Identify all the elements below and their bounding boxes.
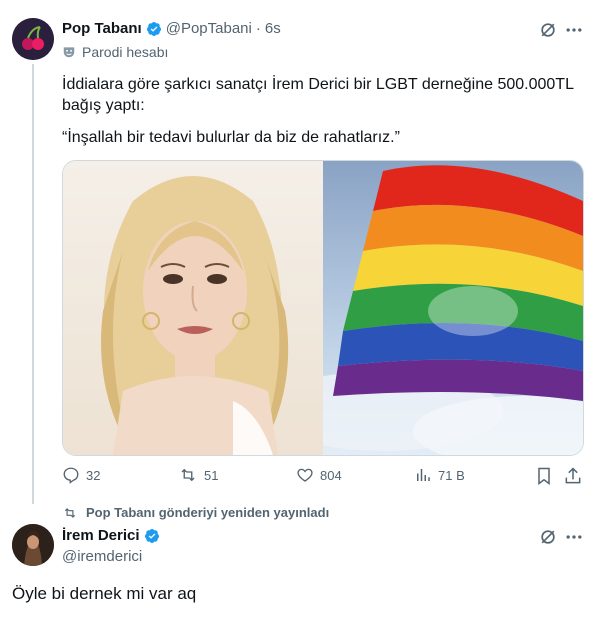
tweet2-handle[interactable]: @iremderici xyxy=(62,548,142,565)
views-count: 71 B xyxy=(438,467,465,483)
author-name[interactable]: İrem Derici xyxy=(62,527,140,544)
cherry-logo-icon xyxy=(12,18,54,60)
author-handle[interactable]: @PopTabani xyxy=(166,20,252,37)
heart-icon xyxy=(297,468,313,482)
views-action[interactable]: 71 B xyxy=(414,466,465,484)
parody-mask-icon xyxy=(63,47,75,58)
verified-badge-icon xyxy=(146,21,161,36)
share-icon[interactable] xyxy=(563,466,583,486)
like-action[interactable]: 804 xyxy=(296,466,342,484)
bookmark-icon[interactable] xyxy=(534,466,554,486)
tweet1-text-line2: bağış yaptı: xyxy=(62,97,145,114)
more-options-icon[interactable] xyxy=(564,20,584,40)
tweet1-media[interactable] xyxy=(62,160,584,456)
tweet2-header: İrem Derici xyxy=(62,527,160,544)
author-name[interactable]: Pop Tabanı xyxy=(62,20,142,37)
portrait-illustration xyxy=(101,176,289,455)
tweet1-quote: “İnşallah bir tedavi bulurlar da biz de … xyxy=(62,129,400,146)
repost-banner-text[interactable]: Pop Tabanı gönderiyi yeniden yayınladı xyxy=(86,505,329,520)
verified-badge-icon xyxy=(144,528,159,543)
grok-icon[interactable] xyxy=(538,20,558,40)
rainbow-flag-illustration xyxy=(263,165,583,455)
like-count: 804 xyxy=(320,467,342,483)
reply-icon xyxy=(63,467,79,484)
profile-photo-illustration xyxy=(12,524,54,566)
repost-icon xyxy=(181,468,195,482)
reply-count: 32 xyxy=(86,467,101,483)
tweet-time[interactable]: 6s xyxy=(265,20,281,37)
tweet1-text-line1: İddialara göre şarkıcı sanatçı İrem Deri… xyxy=(62,76,574,93)
portrait-photo[interactable] xyxy=(63,161,323,455)
repost-banner: Pop Tabanı gönderiyi yeniden yayınladı xyxy=(62,505,329,520)
separator-dot: · xyxy=(255,20,261,37)
parody-label: Parodi hesabı xyxy=(62,44,168,60)
repost-count: 51 xyxy=(204,467,219,483)
thread-line xyxy=(32,64,34,504)
parody-label-text: Parodi hesabı xyxy=(82,44,169,60)
repost-action[interactable]: 51 xyxy=(178,466,218,484)
grok-icon[interactable] xyxy=(538,527,558,547)
irem-derici-avatar[interactable] xyxy=(12,524,54,566)
tweet2-text: Öyle bi dernek mi var aq xyxy=(12,584,197,603)
repost-small-icon xyxy=(64,507,76,518)
pop-tabani-avatar[interactable] xyxy=(12,18,54,60)
tweet1-header: Pop Tabanı @PopTabani · 6s xyxy=(62,20,281,37)
views-chart-icon xyxy=(417,469,430,481)
reply-action[interactable]: 32 xyxy=(62,466,100,484)
more-options-icon[interactable] xyxy=(564,527,584,547)
pride-flag-photo[interactable] xyxy=(263,161,583,455)
